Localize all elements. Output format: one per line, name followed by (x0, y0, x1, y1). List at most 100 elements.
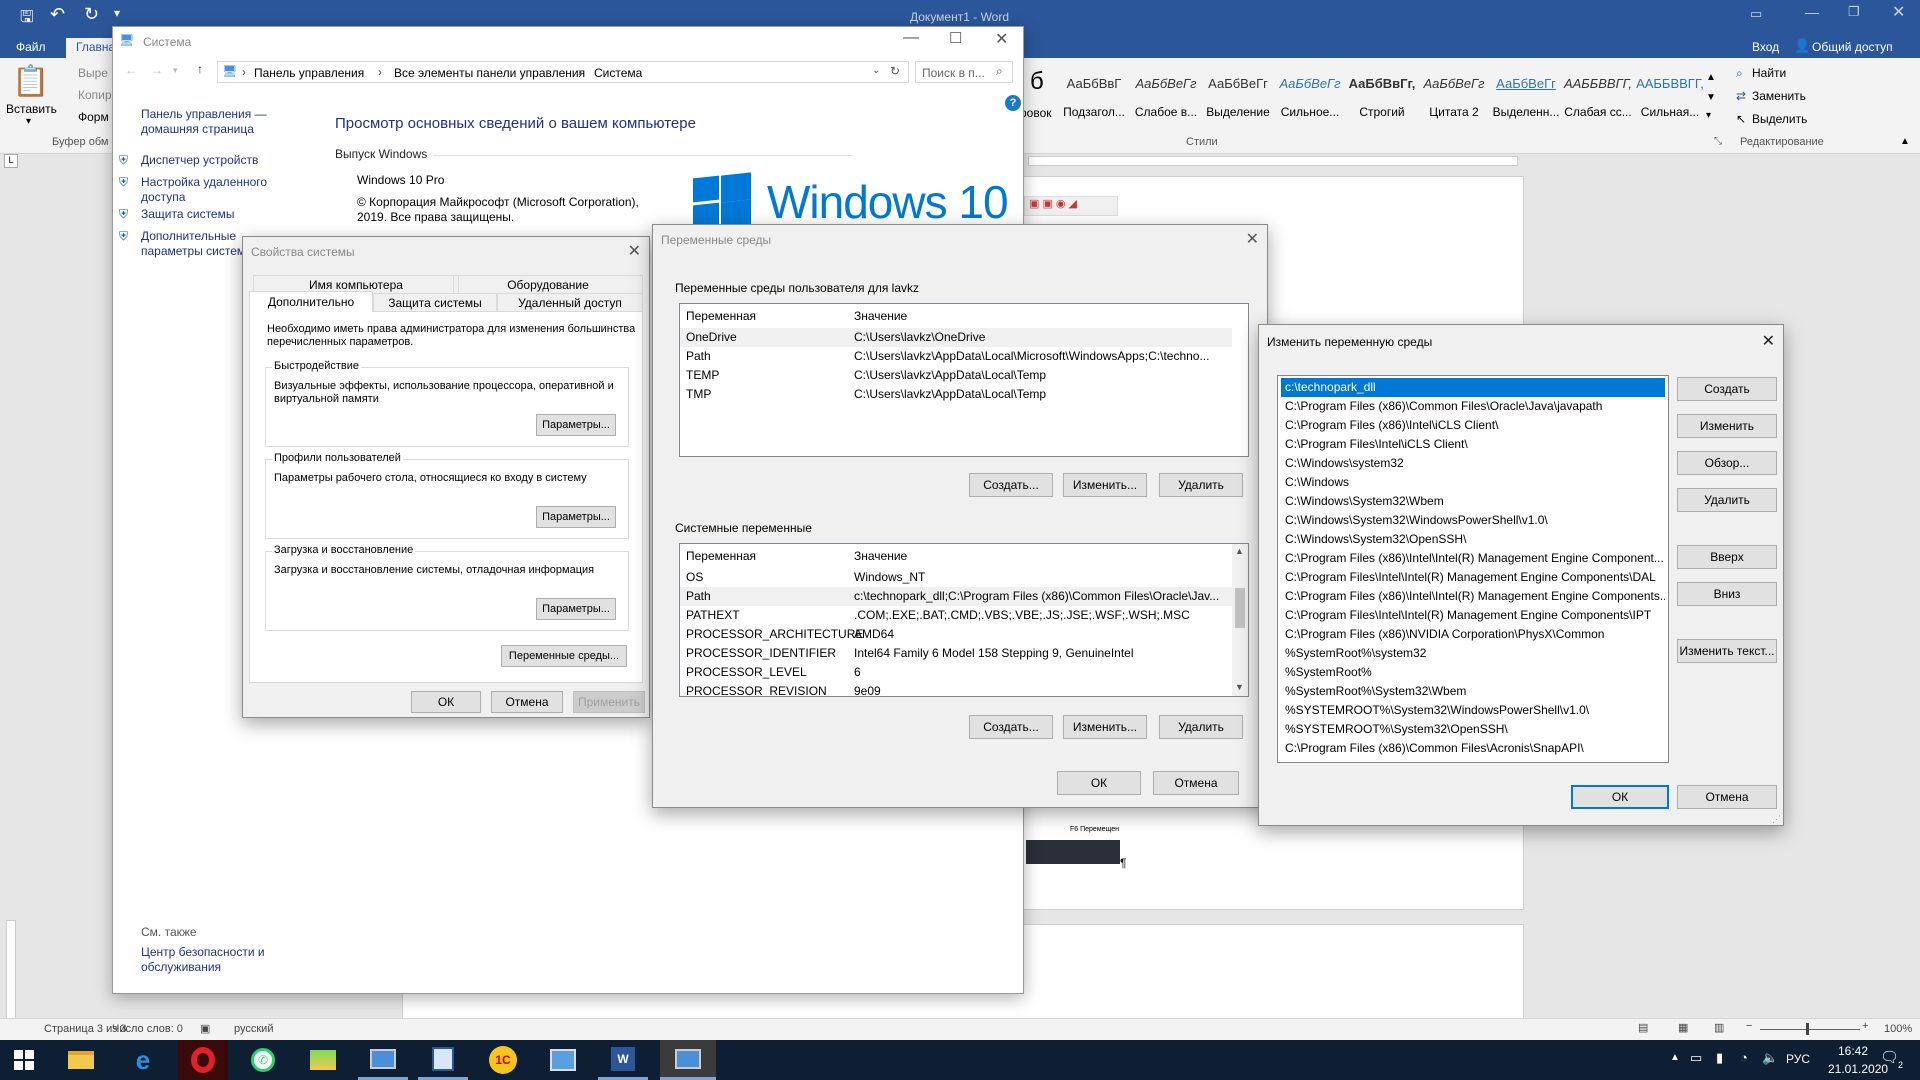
replace-button[interactable]: Заменить (1752, 89, 1806, 103)
refresh-icon[interactable]: ↻ (890, 64, 900, 78)
battery-icon[interactable]: ▮ (1716, 1050, 1723, 1066)
up-icon[interactable]: ↑ (197, 62, 203, 76)
style-item[interactable]: АаБбВеГг Цитата 2 (1418, 76, 1490, 119)
address-dropdown-icon[interactable]: ⌄ (872, 65, 880, 76)
read-mode-icon[interactable]: ▤ (1638, 1021, 1648, 1034)
breadcrumb-item-1[interactable]: Панель управления (254, 66, 364, 80)
help-icon[interactable]: ? (1005, 95, 1021, 111)
table-row[interactable]: PROCESSOR_LEVEL 6 (680, 663, 1232, 682)
redo-icon[interactable]: ↻ (84, 4, 99, 25)
collapse-ribbon-icon[interactable]: ▲ (1900, 136, 1910, 147)
list-item[interactable]: %SystemRoot% (1281, 663, 1665, 682)
list-item[interactable]: %SystemRoot%\System32\Wbem (1281, 682, 1665, 701)
minimize-icon[interactable]: — (1805, 4, 1819, 20)
list-item[interactable]: C:\Windows\System32\Wbem (1281, 492, 1665, 511)
editenv-close-icon[interactable]: ✕ (1762, 331, 1775, 351)
wifi-icon[interactable]: ◔ (1740, 1050, 1748, 1065)
boot-settings-button[interactable]: Параметры... (536, 598, 616, 620)
network-icon[interactable]: ▭ (1690, 1050, 1702, 1066)
style-item[interactable]: АаБбВеГг Выделение (1202, 76, 1274, 119)
system-close-icon[interactable]: ✕ (995, 29, 1008, 49)
envvars-ok-button[interactable]: ОК (1057, 771, 1141, 795)
list-item[interactable]: C:\Program Files (x86)\Intel\Intel(R) Ma… (1281, 587, 1665, 606)
path-down-button[interactable]: Вниз (1677, 582, 1777, 606)
scroll-thumb[interactable] (1235, 588, 1245, 628)
style-item[interactable]: АаБбВвГ Подзагол... (1058, 76, 1130, 119)
qat-menu-icon[interactable]: ▾ (114, 6, 120, 20)
tab-selector-icon[interactable]: L (4, 154, 18, 168)
search-icon[interactable]: ⌕ (996, 64, 1003, 79)
path-create-button[interactable]: Создать (1677, 377, 1777, 401)
tab-hardware[interactable]: Оборудование (453, 275, 643, 293)
table-row[interactable]: TMP C:\Users\lavkz\AppData\Local\Temp (680, 385, 1232, 404)
recent-icon[interactable]: ▾ (173, 65, 178, 76)
ribbon-display-icon[interactable]: ▭ (1750, 6, 1762, 22)
cut-button[interactable]: Выре (78, 66, 108, 80)
path-ok-button[interactable]: ОК (1571, 785, 1669, 809)
style-item[interactable]: АаБбВеГг Выделенн... (1490, 76, 1562, 119)
style-item[interactable]: АаБбВеГг Сильное... (1274, 76, 1346, 119)
list-item[interactable]: c:\technopark_dll (1281, 378, 1665, 397)
1c-icon[interactable]: 1С (478, 1040, 528, 1080)
user-col-var-header[interactable]: Переменная (686, 309, 756, 323)
system-link[interactable]: Диспетчер устройств (141, 153, 271, 168)
print-layout-icon[interactable]: ▦ (1678, 1021, 1688, 1034)
notifications-icon[interactable]: 🗨 (1880, 1048, 1899, 1066)
file-explorer-icon[interactable] (56, 1040, 106, 1080)
proofing-icon[interactable]: ▣ (200, 1022, 210, 1035)
copy-button[interactable]: Копир (78, 88, 112, 102)
stack-app-icon[interactable] (298, 1040, 348, 1080)
sys-vars-list[interactable]: Переменная Значение OS Windows_NT Path c:\t… (679, 543, 1249, 697)
table-row[interactable]: PROCESSOR_IDENTIFIER Intel64 Family 6 Mod… (680, 644, 1232, 663)
tray-overflow-icon[interactable]: ▲ (1670, 1052, 1680, 1063)
path-browse-button[interactable]: Обзор... (1677, 451, 1777, 475)
zoom-slider[interactable] (1760, 1029, 1860, 1030)
table-row[interactable]: PROCESSOR_REVISION 9e09 (680, 682, 1232, 696)
table-row[interactable]: Path C:\Users\lavkz\AppData\Local\Microso… (680, 347, 1232, 366)
cp-home-link[interactable]: Панель управления — домашняя страница (141, 107, 281, 137)
list-item[interactable]: C:\Program Files\Intel\Intel(R) Manageme… (1281, 568, 1665, 587)
login-link[interactable]: Вход (1752, 40, 1779, 54)
system-link[interactable]: Защита системы (141, 207, 271, 222)
system-link[interactable]: Настройка удаленного доступа (141, 175, 271, 205)
gallery-down-icon[interactable]: ▼ (1706, 92, 1716, 103)
styles-launcher-icon[interactable]: ⤡ (1714, 136, 1722, 147)
breadcrumb-item-3[interactable]: Система (594, 66, 642, 80)
style-item[interactable]: ААББВВГГ, Слабая сс... (1562, 76, 1634, 119)
list-item[interactable]: %SystemRoot%\system32 (1281, 644, 1665, 663)
sys-vars-scrollbar[interactable]: ▲ ▼ (1232, 544, 1248, 696)
user-delete-button[interactable]: Удалить (1159, 473, 1243, 497)
path-edit-button[interactable]: Изменить (1677, 414, 1777, 438)
start-button[interactable] (0, 1040, 48, 1080)
sys-create-button[interactable]: Создать... (969, 715, 1053, 739)
security-center-link[interactable]: Центр безопасности и обслуживания (141, 945, 281, 975)
table-row[interactable]: PATHEXT .COM;.EXE;.BAT;.CMD;.VBS;.VBE;.JS… (680, 606, 1232, 625)
user-vars-list[interactable]: Переменная Значение OneDrive C:\Users\lav… (679, 303, 1249, 457)
breadcrumb-item-2[interactable]: Все элементы панели управления (394, 66, 585, 80)
style-item[interactable]: АаБбВеГг Слабое в... (1130, 76, 1202, 119)
gallery-up-icon[interactable]: ▲ (1706, 72, 1716, 83)
format-painter-button[interactable]: Форм (78, 110, 109, 124)
system-maximize-icon[interactable]: ☐ (949, 29, 962, 47)
system-minimize-icon[interactable]: — (903, 29, 919, 47)
edge-icon[interactable]: e (118, 1040, 168, 1080)
list-item[interactable]: C:\Program Files (x86)\NVIDIA Corporatio… (1281, 625, 1665, 644)
user-create-button[interactable]: Создать... (969, 473, 1053, 497)
sys-edit-button[interactable]: Изменить... (1063, 715, 1147, 739)
web-layout-icon[interactable]: ▥ (1714, 1021, 1724, 1034)
system-taskbar-icon[interactable] (660, 1040, 716, 1080)
envvars-close-icon[interactable]: ✕ (1246, 229, 1259, 249)
control-panel-taskbar-icon[interactable] (538, 1040, 588, 1080)
style-item[interactable]: ААББВВГГ, Сильная... (1634, 76, 1706, 119)
address-bar[interactable]: 🖥 › Панель управления › Все элементы пан… (217, 61, 909, 83)
list-item[interactable]: C:\Windows\system32 (1281, 454, 1665, 473)
save-icon[interactable]: 🖫 (20, 6, 34, 33)
search-box[interactable]: Поиск в п... ⌕ (915, 61, 1013, 83)
sysprops-apply-button[interactable]: Применить (573, 691, 645, 713)
sys-col-val-header[interactable]: Значение (854, 549, 907, 563)
table-row[interactable]: TEMP C:\Users\lavkz\AppData\Local\Temp (680, 366, 1232, 385)
sys-delete-button[interactable]: Удалить (1159, 715, 1243, 739)
floppy-app-icon[interactable] (418, 1040, 468, 1080)
env-vars-button[interactable]: Переменные среды... (501, 645, 627, 667)
path-delete-button[interactable]: Удалить (1677, 488, 1777, 512)
